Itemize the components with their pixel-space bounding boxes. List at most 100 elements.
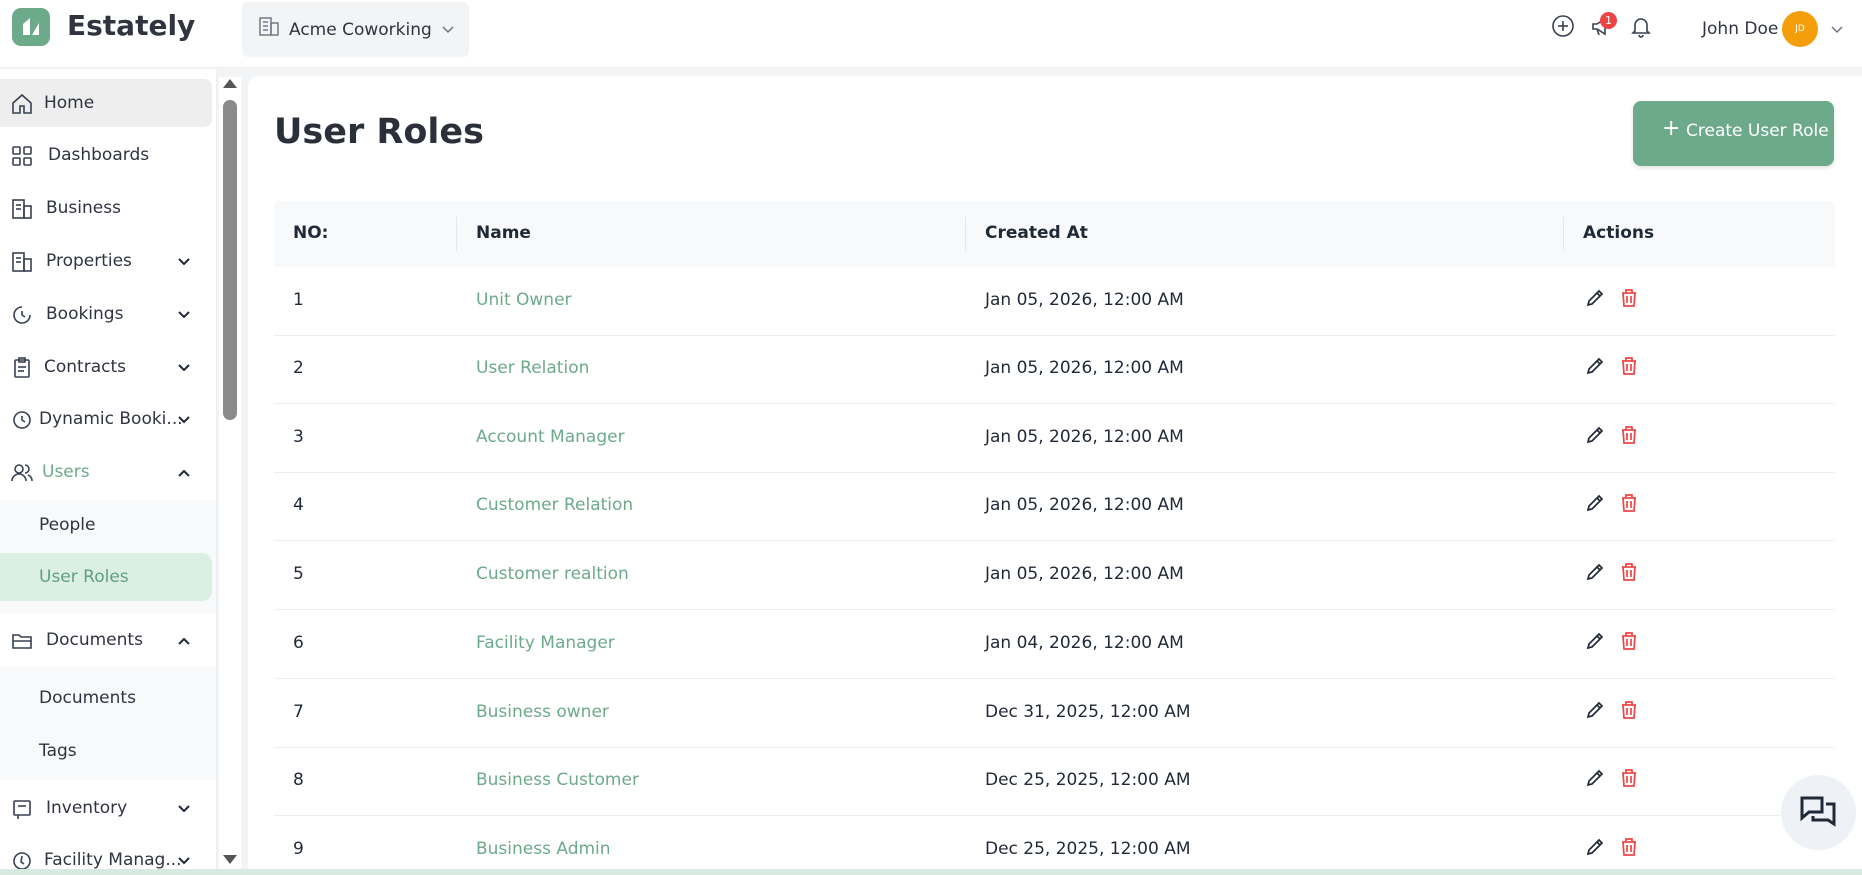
created-at: Jan 05, 2026, 12:00 AM — [985, 495, 1184, 515]
building-icon — [259, 17, 279, 36]
clock-icon — [13, 306, 31, 324]
sidebar-subitem-documents[interactable]: Documents — [0, 674, 212, 722]
sidebar-item-dashboards[interactable]: Dashboards — [0, 131, 212, 179]
scroll-down-arrow[interactable] — [223, 855, 237, 864]
chevron-down-icon[interactable] — [1830, 22, 1844, 36]
delete-icon[interactable] — [1618, 767, 1640, 789]
scroll-up-arrow[interactable] — [223, 79, 237, 88]
delete-icon[interactable] — [1618, 699, 1640, 721]
page-title: User Roles — [274, 112, 484, 152]
created-at: Jan 05, 2026, 12:00 AM — [985, 358, 1184, 378]
delete-icon[interactable] — [1618, 287, 1640, 309]
delete-icon[interactable] — [1618, 424, 1640, 446]
role-name-link[interactable]: Unit Owner — [476, 290, 572, 310]
role-name-link[interactable]: Business owner — [476, 702, 609, 722]
sidebar: Home Dashboards Business Properties Book… — [0, 69, 217, 875]
edit-icon[interactable] — [1584, 355, 1606, 377]
role-name-link[interactable]: Facility Manager — [476, 633, 615, 653]
sidebar-subitem-user-roles[interactable]: User Roles — [0, 553, 212, 601]
edit-icon[interactable] — [1584, 630, 1606, 652]
row-number: 5 — [293, 564, 304, 584]
edit-icon[interactable] — [1584, 561, 1606, 583]
row-number: 1 — [293, 290, 304, 310]
sidebar-item-contracts[interactable]: Contracts — [0, 343, 212, 391]
clock-icon — [13, 411, 31, 429]
workspace-name: Acme Coworking — [289, 20, 432, 40]
sidebar-subitem-label: User Roles — [39, 567, 129, 587]
sidebar-subitem-label: People — [39, 515, 96, 535]
column-header: Actions — [1583, 223, 1655, 243]
chevron-down-icon — [178, 311, 190, 319]
sidebar-subitem-label: Documents — [39, 688, 136, 708]
logo[interactable] — [12, 8, 50, 46]
documents-submenu: Documents Tags — [0, 667, 216, 780]
table-row: 3 Account Manager Jan 05, 2026, 12:00 AM — [274, 404, 1835, 473]
sidebar-item-bookings[interactable]: Bookings — [0, 290, 212, 338]
sidebar-item-dynamic-bookings[interactable]: Dynamic Booki... — [0, 395, 212, 443]
column-header: Name — [476, 223, 531, 243]
top-bar: Estately Acme Coworking 1 John Doe JD — [0, 0, 1862, 68]
user-name[interactable]: John Doe — [1702, 19, 1778, 39]
chat-button[interactable] — [1781, 775, 1856, 850]
delete-icon[interactable] — [1618, 561, 1640, 583]
chevron-down-icon — [178, 805, 190, 813]
chevron-down-icon — [178, 416, 190, 424]
role-name-link[interactable]: User Relation — [476, 358, 589, 378]
scroll-thumb[interactable] — [223, 100, 237, 420]
sidebar-scrollbar[interactable] — [219, 77, 241, 871]
delete-icon[interactable] — [1618, 355, 1640, 377]
avatar[interactable]: JD — [1782, 11, 1818, 47]
sidebar-item-documents[interactable]: Documents — [0, 616, 212, 664]
created-at: Dec 25, 2025, 12:00 AM — [985, 770, 1191, 790]
chevron-up-icon — [178, 469, 190, 477]
chevron-down-icon — [178, 258, 190, 266]
table-row: 2 User Relation Jan 05, 2026, 12:00 AM — [274, 335, 1835, 404]
sidebar-item-label: Users — [42, 462, 90, 482]
sidebar-item-business[interactable]: Business — [0, 184, 212, 232]
sidebar-item-label: Home — [44, 93, 95, 113]
delete-icon[interactable] — [1618, 492, 1640, 514]
role-name-link[interactable]: Customer Relation — [476, 495, 633, 515]
row-number: 9 — [293, 839, 304, 859]
edit-icon[interactable] — [1584, 287, 1606, 309]
sidebar-subitem-label: Tags — [39, 741, 77, 761]
column-divider — [1563, 217, 1564, 251]
role-name-link[interactable]: Business Customer — [476, 770, 639, 790]
contract-icon — [14, 357, 30, 378]
home-icon — [12, 93, 32, 114]
sidebar-item-properties[interactable]: Properties — [0, 237, 212, 285]
role-name-link[interactable]: Account Manager — [476, 427, 625, 447]
add-circle-icon[interactable] — [1550, 13, 1576, 39]
bottom-border — [0, 869, 1862, 875]
table-row: 7 Business owner Dec 31, 2025, 12:00 AM — [274, 679, 1835, 748]
notification-badge: 1 — [1600, 12, 1617, 29]
created-at: Jan 05, 2026, 12:00 AM — [985, 427, 1184, 447]
sidebar-item-home[interactable]: Home — [0, 79, 212, 127]
edit-icon[interactable] — [1584, 836, 1606, 858]
sidebar-subitem-tags[interactable]: Tags — [0, 727, 212, 775]
bell-icon[interactable] — [1628, 13, 1654, 39]
sidebar-subitem-people[interactable]: People — [0, 501, 212, 549]
inventory-icon — [13, 800, 31, 819]
workspace-selector[interactable]: Acme Coworking — [242, 2, 469, 57]
delete-icon[interactable] — [1618, 630, 1640, 652]
edit-icon[interactable] — [1584, 767, 1606, 789]
edit-icon[interactable] — [1584, 699, 1606, 721]
sidebar-item-users[interactable]: Users — [0, 448, 212, 496]
role-name-link[interactable]: Business Admin — [476, 839, 611, 859]
table-row: 6 Facility Manager Jan 04, 2026, 12:00 AM — [274, 610, 1835, 679]
row-number: 2 — [293, 358, 304, 378]
edit-icon[interactable] — [1584, 424, 1606, 446]
users-icon — [11, 464, 33, 482]
create-user-role-button[interactable]: + Create User Role — [1633, 101, 1834, 166]
edit-icon[interactable] — [1584, 492, 1606, 514]
sidebar-item-inventory[interactable]: Inventory — [0, 784, 212, 832]
table-header: NO: Name Created At Actions — [274, 201, 1835, 267]
role-name-link[interactable]: Customer realtion — [476, 564, 629, 584]
delete-icon[interactable] — [1618, 836, 1640, 858]
created-at: Jan 05, 2026, 12:00 AM — [985, 564, 1184, 584]
created-at: Jan 04, 2026, 12:00 AM — [985, 633, 1184, 653]
sidebar-item-label: Contracts — [44, 357, 126, 377]
row-number: 4 — [293, 495, 304, 515]
chevron-down-icon — [442, 26, 454, 34]
